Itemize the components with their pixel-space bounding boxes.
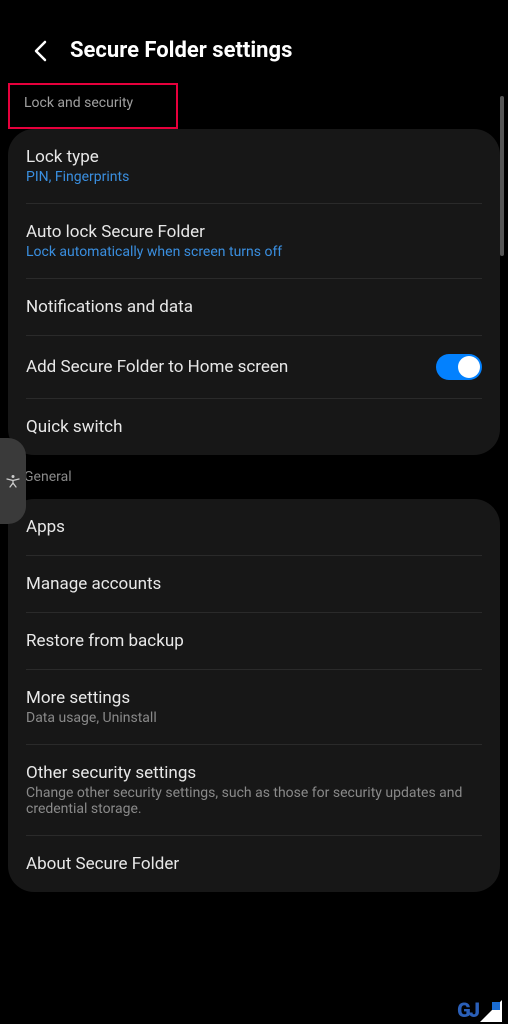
setting-apps[interactable]: Apps: [26, 499, 482, 556]
toggle-switch-on[interactable]: [436, 354, 482, 380]
accessibility-tab[interactable]: [0, 438, 26, 524]
setting-content: Notifications and data: [26, 297, 482, 317]
setting-content: Apps: [26, 517, 482, 537]
setting-subtitle: Data usage, Uninstall: [26, 710, 482, 726]
setting-content: About Secure Folder: [26, 854, 482, 874]
section-header-label: General: [24, 469, 72, 485]
watermark-logo: [480, 1000, 502, 1022]
setting-content: Add Secure Folder to Home screen: [26, 357, 436, 377]
setting-restore-backup[interactable]: Restore from backup: [26, 613, 482, 670]
watermark: GJ: [457, 998, 502, 1022]
setting-quick-switch[interactable]: Quick switch: [26, 399, 482, 455]
setting-title: Add Secure Folder to Home screen: [26, 357, 436, 377]
setting-subtitle: Lock automatically when screen turns off: [26, 244, 482, 260]
setting-about[interactable]: About Secure Folder: [26, 836, 482, 892]
setting-title: About Secure Folder: [26, 854, 482, 874]
setting-content: Quick switch: [26, 417, 482, 437]
setting-title: Auto lock Secure Folder: [26, 222, 482, 242]
setting-title: More settings: [26, 688, 482, 708]
setting-title: Notifications and data: [26, 297, 482, 317]
general-card: Apps Manage accounts Restore from backup…: [8, 499, 500, 892]
watermark-text: GJ: [457, 998, 478, 1022]
setting-title: Other security settings: [26, 763, 482, 783]
setting-title: Manage accounts: [26, 574, 482, 594]
scrollbar[interactable]: [500, 96, 504, 256]
setting-content: Restore from backup: [26, 631, 482, 651]
setting-content: Manage accounts: [26, 574, 482, 594]
setting-auto-lock[interactable]: Auto lock Secure Folder Lock automatical…: [26, 204, 482, 279]
setting-subtitle: PIN, Fingerprints: [26, 169, 482, 185]
setting-content: Auto lock Secure Folder Lock automatical…: [26, 222, 482, 260]
setting-title: Lock type: [26, 147, 482, 167]
back-icon[interactable]: [28, 39, 52, 63]
section-header-lock-security: Lock and security: [0, 83, 508, 119]
setting-lock-type[interactable]: Lock type PIN, Fingerprints: [26, 129, 482, 204]
setting-add-home-screen[interactable]: Add Secure Folder to Home screen: [26, 336, 482, 399]
chevron-left-icon: [33, 40, 47, 62]
setting-subtitle: Change other security settings, such as …: [26, 785, 482, 817]
page-title: Secure Folder settings: [70, 38, 292, 63]
setting-manage-accounts[interactable]: Manage accounts: [26, 556, 482, 613]
header: Secure Folder settings: [0, 0, 508, 83]
setting-title: Restore from backup: [26, 631, 482, 651]
setting-content: More settings Data usage, Uninstall: [26, 688, 482, 726]
setting-more-settings[interactable]: More settings Data usage, Uninstall: [26, 670, 482, 745]
setting-title: Apps: [26, 517, 482, 537]
setting-content: Lock type PIN, Fingerprints: [26, 147, 482, 185]
setting-notifications-data[interactable]: Notifications and data: [26, 279, 482, 336]
setting-other-security[interactable]: Other security settings Change other sec…: [26, 745, 482, 836]
section-header-general: General: [0, 455, 508, 489]
setting-title: Quick switch: [26, 417, 482, 437]
accessibility-icon: [6, 474, 20, 488]
highlight-annotation: [8, 83, 178, 129]
setting-content: Other security settings Change other sec…: [26, 763, 482, 817]
lock-security-card: Lock type PIN, Fingerprints Auto lock Se…: [8, 129, 500, 455]
